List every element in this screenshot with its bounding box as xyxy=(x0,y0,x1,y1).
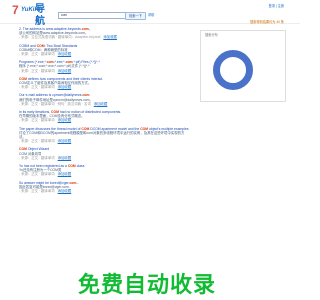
result-item: COM Object Wizard COM 对象向导 - 来源：正文 · 翻译单词添… xyxy=(19,147,191,164)
result-item: Yu has not been registered as a COM clas… xyxy=(19,164,191,181)
results-list: 2. The address is www.adaptive-beyonds.c… xyxy=(19,27,191,197)
search-input[interactable]: com xyxy=(58,12,128,19)
result-translation: 讨论了COM和DCOM的apartment线程模型和com对象的多线程环境中运行… xyxy=(19,130,185,140)
result-source: - 来源：正文 · 翻译单词 xyxy=(19,172,55,177)
add-favorite-link[interactable]: 添加收藏 xyxy=(58,118,72,122)
chart-title: 搜索分布 xyxy=(205,33,218,37)
logo-cn: 导航 xyxy=(35,4,45,27)
top-bar: 7 YuKiHi 导航 com 检索一下 帮助 登录 | 注册 搜索得到结果约为… xyxy=(0,0,300,27)
result-item: So answer might be bored@vger.com... 因此答复… xyxy=(19,181,191,198)
title-text: . xyxy=(89,93,91,98)
result-source: - 来源：正文 · 翻译单词 xyxy=(19,118,55,123)
search-button[interactable]: 检索一下 xyxy=(125,12,146,20)
result-item: Programs (*.exe;*.com;*.exe;*.com;*.pif)… xyxy=(19,60,191,77)
result-item: 2. The address is www.adaptive-beyonds.c… xyxy=(19,27,191,44)
result-item: COBM and COM: Two Bowl Standards COBM和COM… xyxy=(19,44,191,61)
highlight-term: COM xyxy=(19,147,27,152)
site-logo[interactable]: 7 YuKiHi 导航 xyxy=(12,3,48,27)
donut-chart xyxy=(213,50,253,90)
result-source: - 来源：正文 · 翻译单词 xyxy=(19,68,55,73)
result-source: - 来源：正文 · 翻译单词 xyxy=(19,85,55,90)
result-item: Our e-mail address is cpmcm@dailynews.co… xyxy=(19,93,191,110)
add-favorite-link[interactable]: 添加收藏 xyxy=(58,85,72,89)
account-links[interactable]: 登录 | 注册 xyxy=(269,4,284,8)
result-source: - 来源：正文 · 翻译单词 xyxy=(19,52,55,57)
watermark-text: 免费自动收录 xyxy=(78,272,217,297)
add-favorite-link[interactable]: 添加收藏 xyxy=(58,69,72,73)
chart-panel: 搜索分布 xyxy=(200,30,286,102)
highlight-term: COM xyxy=(67,164,76,169)
result-source: - 来源：交互式英语词典 · 翻译单词：Adaptive-beyond xyxy=(19,35,101,40)
add-favorite-link[interactable]: 添加收藏 xyxy=(58,52,72,56)
result-item: COM defines how components and their cli… xyxy=(19,77,191,94)
donut-slice-com xyxy=(213,50,253,90)
result-stats: 搜索得到结果约为 40 条 xyxy=(249,20,284,24)
result-item: The paper discusses the thread model of … xyxy=(19,127,191,148)
title-text: Object Wizard xyxy=(26,147,50,152)
help-link[interactable]: 帮助 xyxy=(148,13,154,17)
result-source: - 来源：正文 · 翻译单词 xyxy=(19,189,55,194)
title-text: Our e-mail address is cpmcm@dailynews. xyxy=(19,93,83,98)
add-favorite-link[interactable]: 添加收藏 xyxy=(103,35,117,39)
result-spacer xyxy=(19,193,191,197)
add-favorite-link[interactable]: 添加收藏 xyxy=(94,102,108,106)
title-text: ... xyxy=(76,180,80,185)
result-source: - 来源：正文 · 翻译单词 xyxy=(19,139,55,144)
result-item: In its early iterations, COM had no noti… xyxy=(19,110,191,127)
add-favorite-link[interactable]: 添加收藏 xyxy=(58,172,72,176)
add-favorite-link[interactable]: 添加收藏 xyxy=(58,189,72,193)
add-favorite-link[interactable]: 添加收藏 xyxy=(58,156,72,160)
result-source: - 来源：正文 · 翻译单词 xyxy=(19,155,55,160)
title-text: class xyxy=(75,164,85,169)
add-favorite-link[interactable]: 添加收藏 xyxy=(58,139,72,143)
result-source: - 来源：正文 · 翻译单词 · 例句 · 英汉词典 · 名词 xyxy=(19,101,91,106)
title-text: 。 xyxy=(88,27,93,31)
